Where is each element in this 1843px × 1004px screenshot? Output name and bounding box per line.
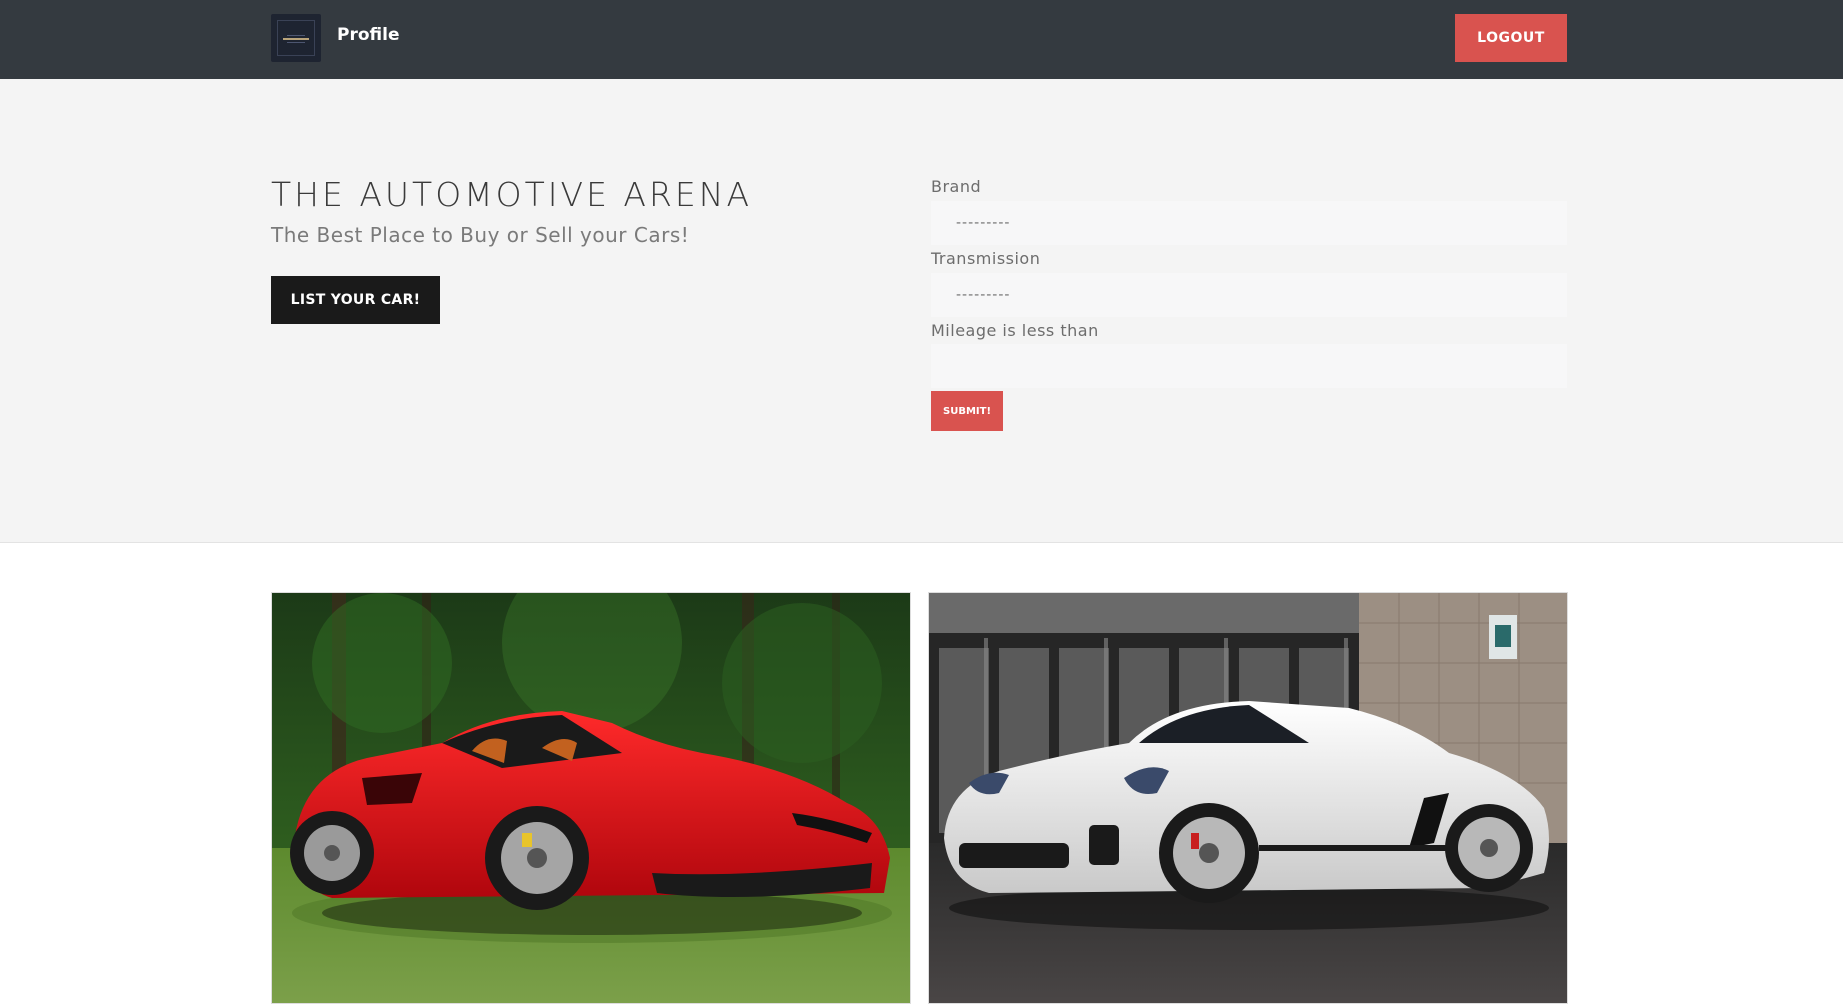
brand-label: Brand [931, 177, 982, 196]
list-your-car-button[interactable]: LIST YOUR CAR! [271, 276, 440, 324]
page-title: THE AUTOMOTIVE ARENA [271, 175, 753, 214]
mileage-label: Mileage is less than [931, 321, 1099, 340]
logo-mark [277, 20, 315, 56]
mileage-field-wrapper [931, 344, 1567, 388]
transmission-select[interactable]: --------- [931, 273, 1567, 317]
white-sports-car-image [929, 593, 1567, 1003]
mileage-input[interactable] [956, 344, 1567, 388]
transmission-label: Transmission [931, 249, 1041, 268]
logout-button[interactable]: LOGOUT [1455, 14, 1567, 62]
submit-button[interactable]: SUBMIT! [931, 391, 1003, 431]
site-logo[interactable] [271, 14, 321, 62]
profile-link[interactable]: Profile [337, 25, 399, 45]
brand-select[interactable]: --------- [931, 201, 1567, 245]
top-navbar: Profile LOGOUT [0, 0, 1843, 79]
page-subtitle: The Best Place to Buy or Sell your Cars! [271, 223, 690, 247]
red-sports-car-image [272, 593, 910, 1003]
car-card-1[interactable] [271, 592, 911, 1004]
hero-section: THE AUTOMOTIVE ARENA The Best Place to B… [0, 79, 1843, 543]
brand-select-value: --------- [956, 215, 1011, 231]
transmission-select-value: --------- [956, 287, 1011, 303]
car-card-2[interactable] [928, 592, 1568, 1004]
